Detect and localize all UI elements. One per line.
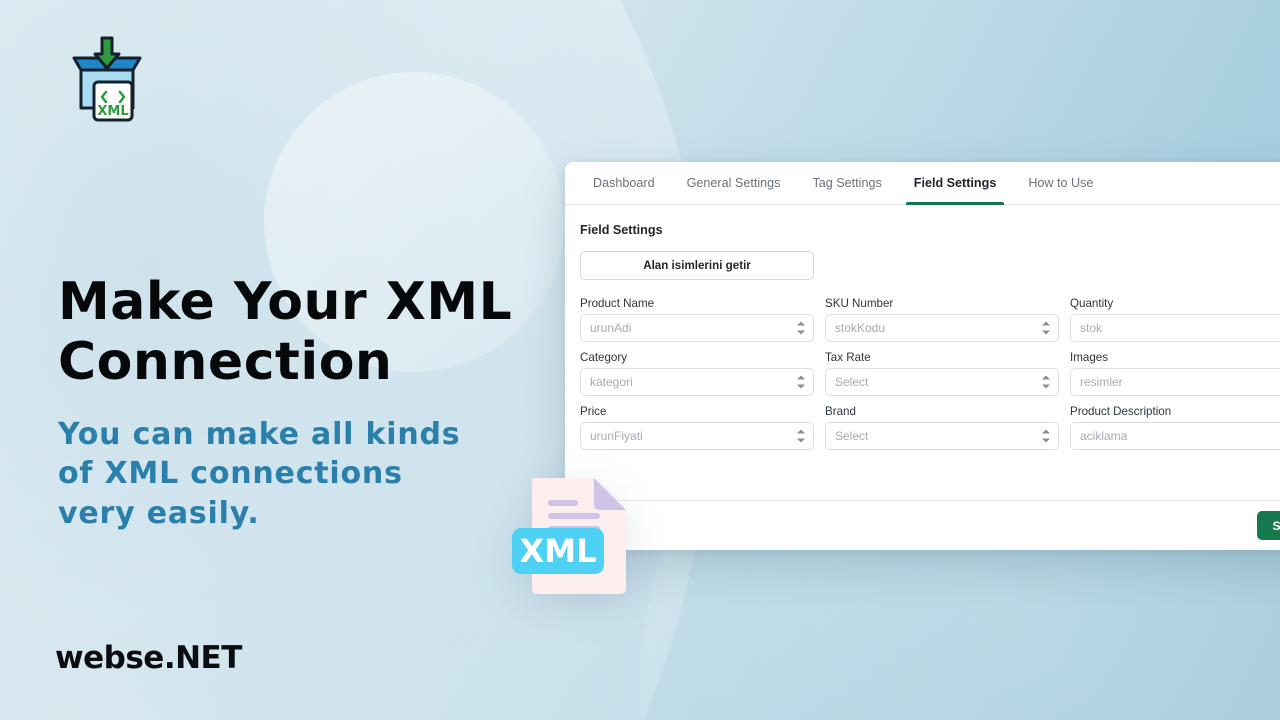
field-value: Select: [835, 429, 869, 443]
xml-file-illustration: XML: [510, 470, 638, 600]
field-brand: Brand Select: [825, 405, 1059, 450]
xml-box-download-icon: XML: [68, 36, 146, 122]
fetch-field-names-button[interactable]: Alan isimlerini getir: [580, 251, 814, 280]
tab-tag-settings[interactable]: Tag Settings: [796, 162, 897, 204]
product-name-select[interactable]: urunAdi: [580, 314, 814, 342]
panel-footer: Save: [565, 500, 1280, 550]
field-grid: Product Name urunAdi SKU Number stokKodu…: [580, 297, 1280, 450]
field-product-name: Product Name urunAdi: [580, 297, 814, 342]
svg-text:XML: XML: [97, 104, 128, 119]
field-value: urunFiyati: [590, 429, 643, 443]
chevron-stepper-icon: [797, 375, 805, 389]
tax-rate-select[interactable]: Select: [825, 368, 1059, 396]
field-value: aciklama: [1080, 429, 1128, 443]
chevron-stepper-icon: [1042, 375, 1050, 389]
tab-label: Field Settings: [913, 176, 997, 190]
field-quantity: Quantity stok: [1070, 297, 1280, 342]
field-value: kategori: [590, 375, 633, 389]
field-label: Product Description: [1070, 405, 1172, 418]
field-product-description: Product Description aciklama: [1070, 405, 1280, 450]
hero-title-line-2: Connection: [58, 332, 393, 393]
category-select[interactable]: kategori: [580, 368, 814, 396]
field-value: resimler: [1080, 375, 1123, 389]
field-value: urunAdi: [590, 321, 632, 335]
field-sku-number: SKU Number stokKodu: [825, 297, 1059, 342]
hero-subtitle-line-2: of XML connections: [58, 456, 403, 492]
tab-label: General Settings: [686, 176, 781, 190]
tab-label: How to Use: [1028, 176, 1094, 190]
quantity-select[interactable]: stok: [1070, 314, 1280, 342]
section-title: Field Settings: [580, 223, 663, 237]
tab-general-settings[interactable]: General Settings: [671, 162, 797, 204]
hero-subtitle: You can make all kinds of XML connection…: [58, 415, 558, 534]
tab-bar: Dashboard General Settings Tag Settings …: [565, 162, 1280, 205]
settings-panel: Dashboard General Settings Tag Settings …: [565, 162, 1280, 550]
brand-select[interactable]: Select: [825, 422, 1059, 450]
chevron-stepper-icon: [797, 321, 805, 335]
field-tax-rate: Tax Rate Select: [825, 351, 1059, 396]
field-label: Brand: [825, 405, 856, 418]
tab-dashboard[interactable]: Dashboard: [577, 162, 671, 204]
price-select[interactable]: urunFiyati: [580, 422, 814, 450]
hero-title-line-1: Make Your XML: [58, 272, 513, 332]
tab-label: Tag Settings: [812, 176, 882, 190]
images-select[interactable]: resimler: [1070, 368, 1280, 396]
field-category: Category kategori: [580, 351, 814, 396]
chevron-stepper-icon: [797, 429, 805, 443]
xml-file-label: XML: [520, 532, 597, 570]
field-label: Category: [580, 351, 628, 364]
field-images: Images resimler: [1070, 351, 1280, 396]
hero-subtitle-line-3: very easily.: [58, 495, 260, 531]
field-label: Images: [1070, 351, 1109, 364]
tab-how-to-use[interactable]: How to Use: [1012, 162, 1109, 204]
hero-title: Make Your XML Connection: [58, 272, 558, 393]
tab-field-settings[interactable]: Field Settings: [898, 162, 1013, 205]
panel-body: Field Settings Alan isimlerini getir Pro…: [565, 205, 1280, 507]
field-label: Quantity: [1070, 297, 1114, 310]
sku-number-select[interactable]: stokKodu: [825, 314, 1059, 342]
field-label: Price: [580, 405, 607, 418]
footer-brand-logo: webse.NET: [55, 640, 242, 676]
field-value: Select: [835, 375, 869, 389]
hero-subtitle-line-1: You can make all kinds: [58, 416, 461, 452]
save-button[interactable]: Save: [1256, 511, 1280, 540]
field-price: Price urunFiyati: [580, 405, 814, 450]
chevron-stepper-icon: [1042, 429, 1050, 443]
field-value: stokKodu: [835, 321, 886, 335]
field-label: SKU Number: [825, 297, 894, 310]
tab-label: Dashboard: [593, 176, 655, 190]
hero-section: Make Your XML Connection You can make al…: [58, 272, 558, 533]
chevron-stepper-icon: [1042, 321, 1050, 335]
field-value: stok: [1080, 321, 1103, 335]
field-label: Product Name: [580, 297, 655, 310]
product-description-select[interactable]: aciklama: [1070, 422, 1280, 450]
field-label: Tax Rate: [825, 351, 871, 364]
